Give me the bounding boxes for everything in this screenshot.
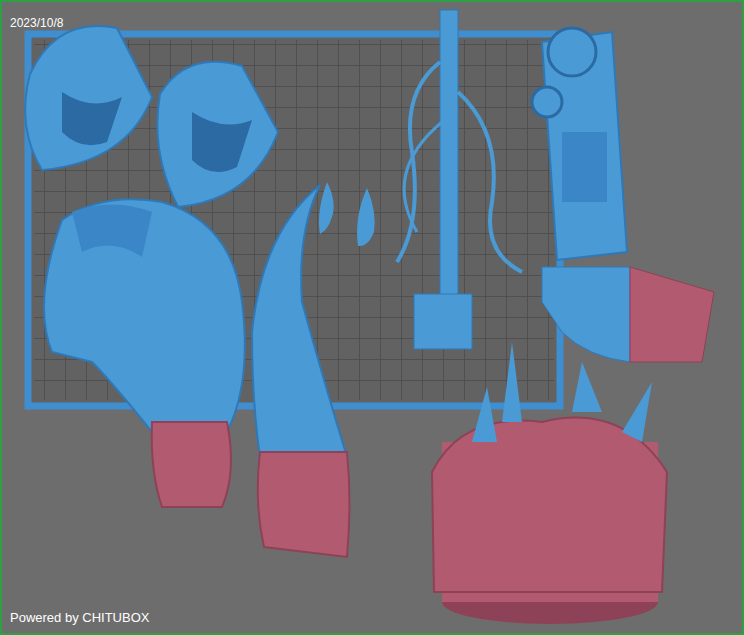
sign-model[interactable]	[542, 267, 714, 362]
trex-head-model[interactable]	[157, 62, 278, 207]
watermark-label: Powered by CHITUBOX	[10, 610, 149, 625]
date-label: 2023/10/8	[10, 16, 63, 30]
trex-legs-model[interactable]	[152, 422, 231, 507]
car-model[interactable]	[532, 28, 627, 260]
trex-head-model[interactable]	[25, 26, 152, 170]
tail-model[interactable]	[252, 185, 347, 457]
trex-body-model[interactable]	[44, 199, 245, 432]
base-model[interactable]	[432, 342, 667, 624]
flame-model[interactable]	[357, 188, 375, 246]
flame-model[interactable]	[319, 182, 334, 234]
chitubox-viewport[interactable]: 2023/10/8 Powered by CHITUBOX	[0, 0, 744, 635]
scene-drawing-icon[interactable]	[2, 2, 742, 633]
pole-model[interactable]	[397, 10, 522, 349]
